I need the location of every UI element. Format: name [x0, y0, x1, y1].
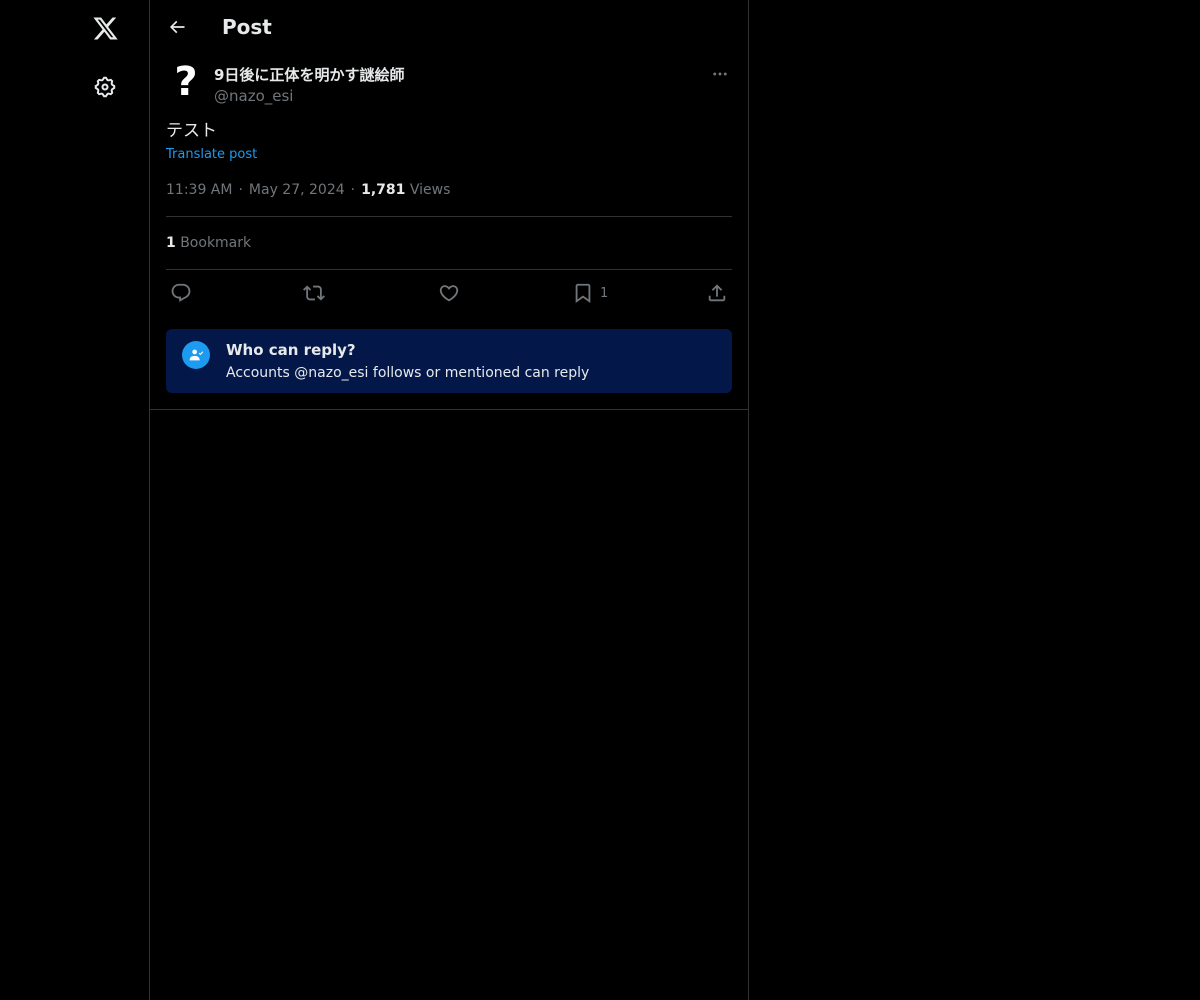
- post-time[interactable]: 11:39 AM: [166, 182, 232, 198]
- author-name[interactable]: 9日後に正体を明かす謎絵師: [214, 65, 404, 85]
- reply-button[interactable]: [170, 281, 192, 305]
- bookmark-stat-label: Bookmark: [180, 235, 252, 251]
- views-count: 1,781: [361, 182, 406, 198]
- settings-icon: [94, 76, 116, 98]
- left-nav: [0, 0, 149, 1000]
- bookmark-stat-count: 1: [166, 235, 176, 251]
- like-button[interactable]: [438, 281, 460, 305]
- main-column: Post ? 9日後に正体を明かす謎絵師 @nazo_esi テスト Trans…: [149, 0, 749, 1000]
- repost-button[interactable]: [303, 281, 325, 305]
- action-bar: 1: [166, 281, 732, 305]
- x-logo-icon: [92, 17, 118, 39]
- post-date[interactable]: May 27, 2024: [249, 182, 345, 198]
- x-logo-button[interactable]: [87, 10, 123, 46]
- translate-post-link[interactable]: Translate post: [166, 146, 257, 164]
- avatar[interactable]: ?: [166, 62, 206, 102]
- share-button[interactable]: [706, 281, 728, 305]
- who-can-reply-subtitle: Accounts @nazo_esi follows or mentioned …: [226, 365, 590, 381]
- bookmark-icon: [575, 283, 591, 304]
- author-handle[interactable]: @nazo_esi: [214, 86, 293, 106]
- app: Post ? 9日後に正体を明かす謎絵師 @nazo_esi テスト Trans…: [0, 0, 1200, 1000]
- reply-icon: [171, 283, 191, 302]
- like-icon: [439, 285, 459, 302]
- back-button[interactable]: [163, 13, 191, 41]
- bookmark-button[interactable]: 1: [572, 281, 608, 305]
- post-meta: 11:39 AM · May 27, 2024 · 1,781 Views: [166, 182, 451, 198]
- divider: [166, 269, 732, 270]
- divider: [150, 409, 748, 410]
- repost-icon: [303, 285, 325, 301]
- divider: [166, 216, 732, 217]
- who-can-reply-title: Who can reply?: [226, 341, 356, 359]
- who-can-reply-icon-badge: [182, 341, 210, 369]
- who-can-reply-box: Who can reply? Accounts @nazo_esi follow…: [166, 329, 732, 393]
- post-text: テスト: [166, 121, 217, 141]
- bookmark-count: 1: [600, 285, 609, 301]
- share-icon: [708, 284, 726, 302]
- top-bar: Post: [150, 0, 748, 54]
- settings-button[interactable]: [87, 69, 123, 105]
- more-options-button[interactable]: [708, 62, 732, 86]
- back-arrow-icon: [169, 20, 185, 34]
- user-check-icon: [189, 349, 204, 361]
- views-label: Views: [409, 182, 451, 198]
- bookmark-stat[interactable]: 1 Bookmark: [166, 233, 251, 253]
- page-title: Post: [222, 15, 272, 39]
- more-horizontal-icon: [713, 72, 727, 76]
